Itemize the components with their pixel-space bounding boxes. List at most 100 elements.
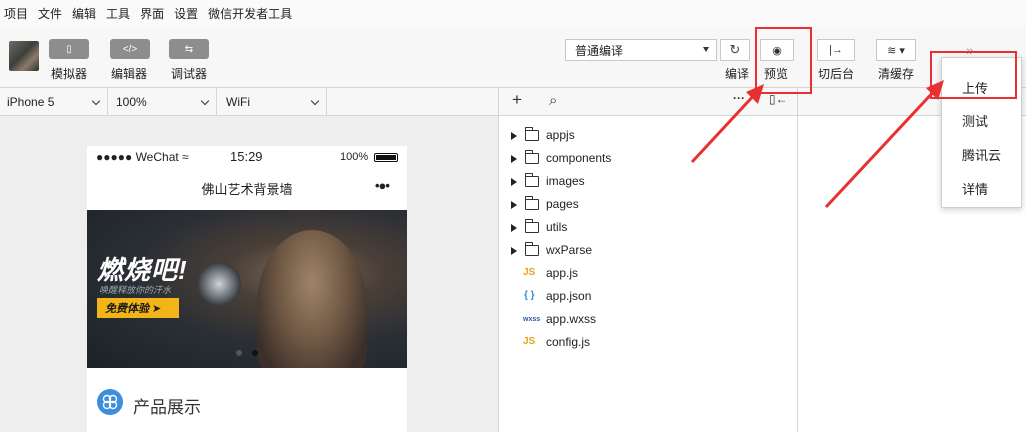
- file-name: app.json: [546, 289, 592, 303]
- simulator-label: 模拟器: [51, 67, 88, 81]
- athlete-figure: [257, 230, 367, 368]
- network-select[interactable]: WiFi: [219, 88, 327, 115]
- carousel-indicator[interactable]: [236, 350, 242, 356]
- free-trial-button[interactable]: 免费体验 ➤: [97, 298, 179, 318]
- debugger-toggle-button[interactable]: ⇆: [169, 39, 209, 59]
- code-icon: </>: [122, 43, 138, 55]
- add-file-icon[interactable]: +: [512, 90, 522, 110]
- menu-item-details[interactable]: 详情: [962, 179, 988, 198]
- phone-icon: ▯: [66, 43, 72, 55]
- banner-slogan: 燃烧吧!: [97, 255, 188, 285]
- compile-button[interactable]: ↻: [720, 39, 750, 61]
- folder-item[interactable]: images: [499, 171, 799, 193]
- page-title: 佛山艺术背景墙: [201, 182, 293, 197]
- file-item[interactable]: JS config.js: [499, 332, 799, 354]
- refresh-icon: ↻: [729, 42, 741, 57]
- zoom-select[interactable]: 100%: [109, 88, 217, 115]
- expand-arrow-icon[interactable]: [511, 224, 517, 232]
- clear-cache-button[interactable]: ≋ ▾: [876, 39, 916, 61]
- file-name: pages: [546, 197, 579, 211]
- device-bar: iPhone 5 100% WiFi + ⌕ ··· ▯←: [0, 88, 1026, 116]
- section-title: 产品展示: [133, 398, 201, 417]
- simulator-toggle-button[interactable]: ▯: [49, 39, 89, 59]
- search-icon[interactable]: ⌕: [549, 92, 557, 109]
- device-select[interactable]: iPhone 5: [0, 88, 108, 115]
- device-value: iPhone 5: [7, 94, 55, 109]
- wxss-file-icon: wxss: [523, 316, 541, 323]
- expand-arrow-icon[interactable]: [511, 201, 517, 209]
- file-name: app.wxss: [546, 312, 597, 326]
- file-name: appjs: [546, 128, 575, 142]
- folder-item[interactable]: appjs: [499, 125, 799, 147]
- menu-project[interactable]: 项目: [4, 5, 28, 22]
- file-name: config.js: [546, 335, 591, 349]
- filetree-toolbar: + ⌕ ··· ▯←: [498, 88, 798, 115]
- menu-settings[interactable]: 设置: [174, 5, 198, 22]
- folder-item[interactable]: utils: [499, 217, 799, 239]
- folder-item[interactable]: components: [499, 148, 799, 170]
- product-section-icon: [97, 389, 123, 415]
- menu-tools[interactable]: 工具: [106, 5, 130, 22]
- switch-background-icon: |→: [829, 44, 843, 56]
- file-item[interactable]: JS app.js: [499, 263, 799, 285]
- dumbbell-figure: [197, 262, 241, 306]
- compile-label: 编译: [725, 67, 750, 81]
- clover-icon: [102, 394, 118, 410]
- file-item[interactable]: wxss app.wxss: [499, 309, 799, 331]
- js-file-icon: JS: [523, 267, 536, 278]
- json-file-icon: { }: [524, 290, 535, 301]
- preview-highlight-box: [755, 27, 812, 94]
- menu-file[interactable]: 文件: [38, 5, 62, 22]
- editor-toggle-button[interactable]: </>: [110, 39, 150, 59]
- expand-arrow-icon[interactable]: [511, 178, 517, 186]
- file-name: app.js: [546, 266, 579, 280]
- background-button[interactable]: |→: [817, 39, 855, 61]
- capsule-menu-icon[interactable]: •●•: [375, 178, 390, 193]
- battery-percent: 100%: [340, 151, 369, 163]
- chevron-down-icon: [91, 96, 101, 106]
- banner-image[interactable]: 燃烧吧! 唤醒释放你的汗水 免费体验 ➤: [87, 210, 407, 368]
- file-name: wxParse: [546, 243, 593, 257]
- folder-icon: [525, 150, 539, 164]
- chevron-down-icon: [310, 96, 320, 106]
- expand-arrow-icon[interactable]: [511, 247, 517, 255]
- menu-bar: 项目 文件 编辑 工具 界面 设置 微信开发者工具: [0, 0, 1026, 26]
- folder-icon: [525, 219, 539, 233]
- folder-icon: [525, 196, 539, 210]
- menu-view[interactable]: 界面: [140, 5, 164, 22]
- expand-arrow-icon[interactable]: [511, 155, 517, 163]
- background-label: 切后台: [818, 67, 855, 81]
- js-file-icon: JS: [523, 336, 536, 347]
- more-options-icon[interactable]: ···: [733, 91, 745, 105]
- layout-toggle-icon[interactable]: ▯←: [769, 92, 788, 106]
- clear-cache-label: 清缓存: [878, 67, 915, 81]
- simulator-panel: ●●●●● WeChat ≈ 15:29 100% 佛山艺术背景墙 •●• 燃烧…: [0, 116, 498, 432]
- debugger-icon: ⇆: [184, 43, 194, 55]
- compile-mode-value: 普通编译: [575, 43, 624, 58]
- menu-edit[interactable]: 编辑: [72, 5, 96, 22]
- network-value: WiFi: [226, 94, 250, 109]
- debugger-label: 调试器: [171, 67, 208, 81]
- menu-devtools[interactable]: 微信开发者工具: [208, 5, 292, 22]
- file-item[interactable]: { } app.json: [499, 286, 799, 308]
- expand-arrow-icon[interactable]: [511, 132, 517, 140]
- status-bar: ●●●●● WeChat ≈ 15:29 100%: [87, 146, 407, 168]
- folder-item[interactable]: wxParse: [499, 240, 799, 262]
- carrier-signal: ●●●●● WeChat ≈: [96, 150, 189, 164]
- carousel-indicator-active[interactable]: [252, 350, 258, 356]
- file-name: images: [546, 174, 585, 188]
- folder-icon: [525, 173, 539, 187]
- upload-highlight-box: [930, 51, 1017, 99]
- folder-icon: [525, 242, 539, 256]
- avatar[interactable]: [9, 41, 39, 71]
- menu-item-tencent-cloud[interactable]: 腾讯云: [962, 145, 1001, 164]
- compile-mode-select[interactable]: 普通编译: [565, 39, 717, 61]
- folder-item[interactable]: pages: [499, 194, 799, 216]
- status-time: 15:29: [230, 149, 263, 164]
- file-name: utils: [546, 220, 568, 234]
- banner-subslogan: 唤醒释放你的汗水: [99, 285, 172, 295]
- phone-screen[interactable]: ●●●●● WeChat ≈ 15:29 100% 佛山艺术背景墙 •●• 燃烧…: [87, 146, 407, 432]
- layers-icon: ≋ ▾: [887, 44, 905, 57]
- menu-item-test[interactable]: 测试: [962, 111, 988, 130]
- file-tree: appjs components images pages utils wxPa…: [498, 116, 798, 432]
